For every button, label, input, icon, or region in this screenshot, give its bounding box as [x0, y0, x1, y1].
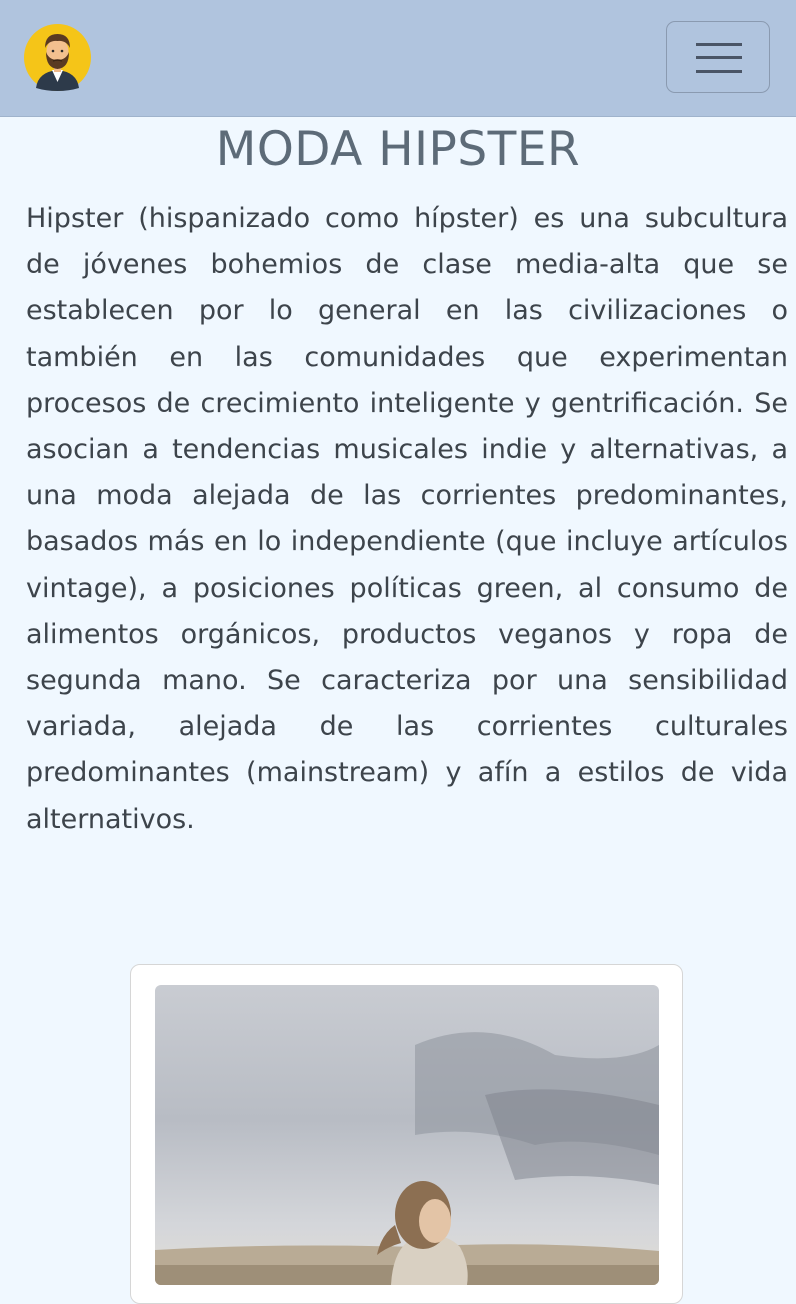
hipster-woman-photo	[155, 985, 659, 1285]
menu-toggle-button[interactable]	[666, 21, 770, 93]
hamburger-bar	[696, 56, 742, 59]
page-title: MODA HIPSTER	[215, 122, 581, 177]
top-navbar	[0, 0, 796, 117]
avatar-logo-icon[interactable]	[24, 24, 91, 91]
hamburger-bar	[696, 70, 742, 73]
intro-paragraph: Hipster (hispanizado como hípster) es un…	[26, 203, 788, 835]
hamburger-menu-icon	[696, 43, 742, 46]
